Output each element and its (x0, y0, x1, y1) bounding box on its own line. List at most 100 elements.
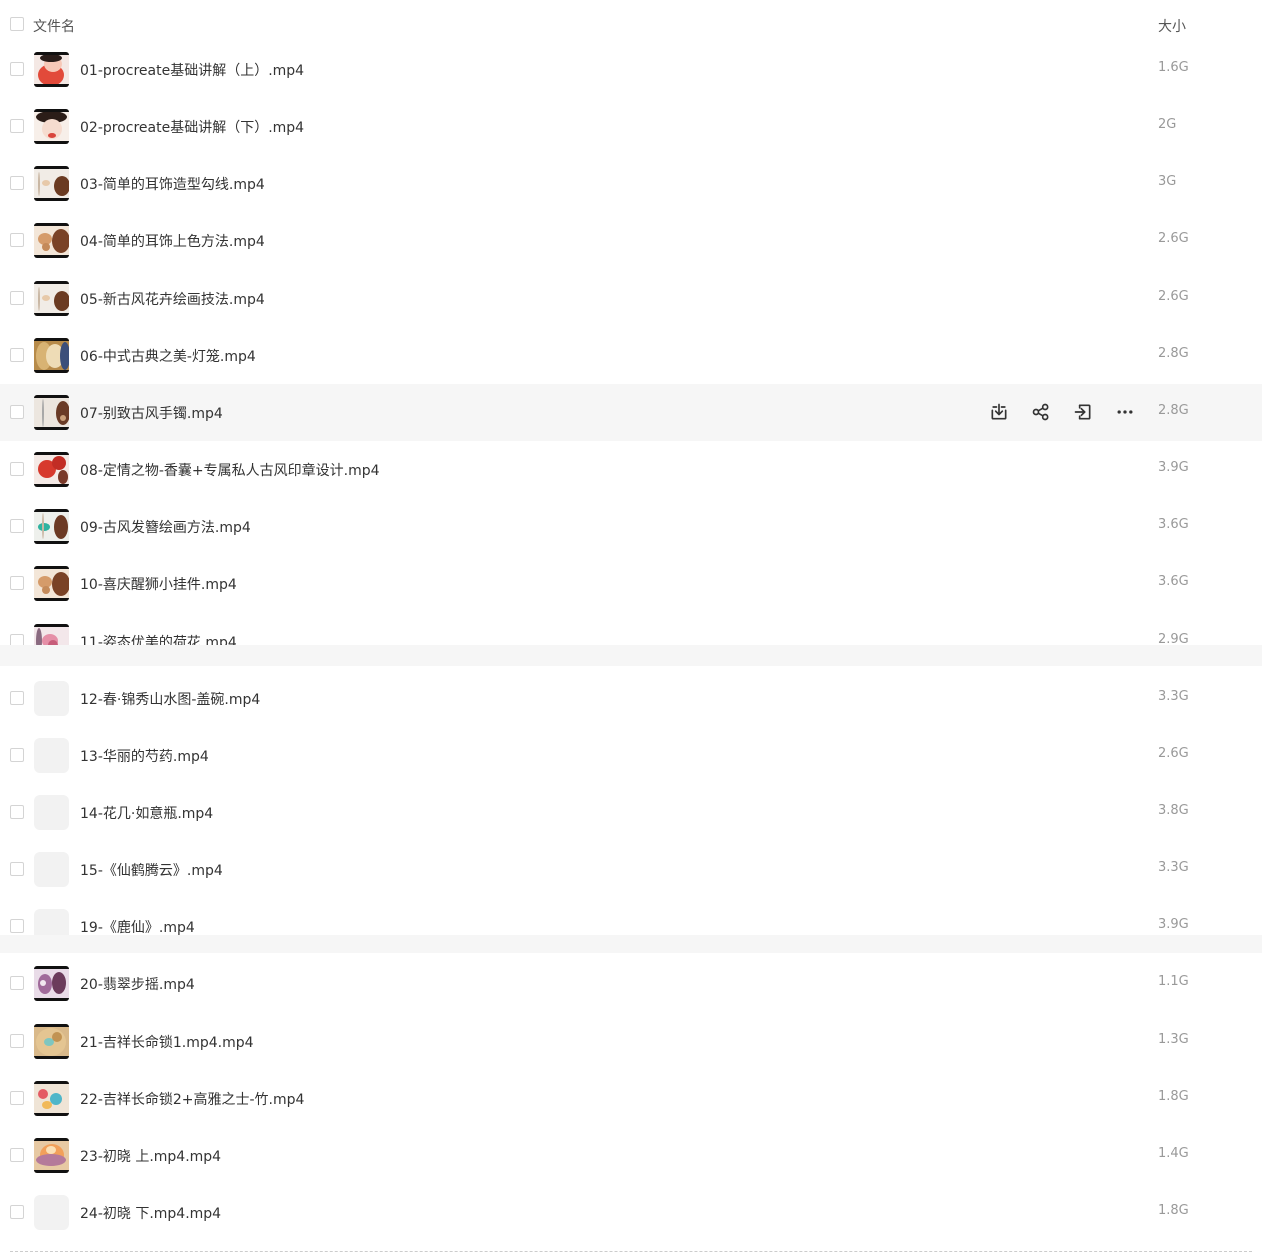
row-checkbox[interactable] (10, 691, 24, 705)
video-thumbnail[interactable] (34, 681, 69, 716)
file-name[interactable]: 23-初晓 上.mp4.mp4 (80, 1146, 221, 1166)
file-row[interactable]: 08-定情之物-香囊+专属私人古风印章设计.mp4 3.9G (0, 441, 1262, 498)
row-checkbox[interactable] (10, 976, 24, 990)
video-thumbnail[interactable] (34, 1195, 69, 1230)
file-name[interactable]: 07-别致古风手镯.mp4 (80, 403, 223, 423)
file-row[interactable]: 04-简单的耳饰上色方法.mp4 2.6G (0, 212, 1262, 269)
video-thumbnail[interactable] (34, 52, 69, 87)
video-thumbnail[interactable] (34, 852, 69, 887)
file-row[interactable]: 03-简单的耳饰造型勾线.mp4 3G (0, 155, 1262, 212)
row-checkbox[interactable] (10, 462, 24, 476)
row-checkbox[interactable] (10, 748, 24, 762)
row-checkbox[interactable] (10, 1205, 24, 1219)
row-checkbox[interactable] (10, 1091, 24, 1105)
file-name[interactable]: 20-翡翠步摇.mp4 (80, 974, 195, 994)
share-icon[interactable] (1028, 399, 1054, 425)
file-size: 3.6G (1158, 517, 1189, 532)
video-thumbnail[interactable] (34, 1024, 69, 1059)
video-thumbnail[interactable] (34, 338, 69, 373)
row-hover-ghost (0, 935, 1262, 953)
file-row[interactable]: 07-别致古风手镯.mp4 2.8G (0, 384, 1262, 441)
row-checkbox[interactable] (10, 576, 24, 590)
file-name[interactable]: 01-procreate基础讲解（上）.mp4 (80, 60, 304, 80)
file-size: 3.3G (1158, 689, 1189, 704)
video-thumbnail[interactable] (34, 109, 69, 144)
row-checkbox[interactable] (10, 233, 24, 247)
video-thumbnail[interactable] (34, 395, 69, 430)
file-name[interactable]: 03-简单的耳饰造型勾线.mp4 (80, 174, 265, 194)
row-checkbox[interactable] (10, 1034, 24, 1048)
row-checkbox[interactable] (10, 119, 24, 133)
file-name[interactable]: 12-春·锦秀山水图-盖碗.mp4 (80, 689, 260, 709)
file-name[interactable]: 13-华丽的芍药.mp4 (80, 746, 209, 766)
download-icon[interactable] (986, 399, 1012, 425)
row-checkbox[interactable] (10, 519, 24, 533)
video-thumbnail[interactable] (34, 966, 69, 1001)
file-row[interactable]: 13-华丽的芍药.mp4 2.6G (0, 727, 1262, 784)
file-row[interactable]: 21-吉祥长命锁1.mp4.mp4 1.3G (0, 1013, 1262, 1070)
file-name[interactable]: 22-吉祥长命锁2+高雅之士-竹.mp4 (80, 1089, 304, 1109)
file-row[interactable]: 12-春·锦秀山水图-盖碗.mp4 3.3G (0, 670, 1262, 727)
video-thumbnail[interactable] (34, 166, 69, 201)
file-size: 1.3G (1158, 1032, 1189, 1047)
row-checkbox[interactable] (10, 62, 24, 76)
video-thumbnail[interactable] (34, 223, 69, 258)
row-checkbox[interactable] (10, 291, 24, 305)
file-row[interactable]: 05-新古风花卉绘画技法.mp4 2.6G (0, 270, 1262, 327)
row-checkbox[interactable] (10, 405, 24, 419)
file-row[interactable]: 10-喜庆醒狮小挂件.mp4 3.6G (0, 555, 1262, 612)
file-name[interactable]: 05-新古风花卉绘画技法.mp4 (80, 289, 265, 309)
file-size: 1.8G (1158, 1089, 1189, 1104)
file-name[interactable]: 06-中式古典之美-灯笼.mp4 (80, 346, 256, 366)
file-row[interactable]: 14-花几·如意瓶.mp4 3.8G (0, 784, 1262, 841)
row-checkbox[interactable] (10, 176, 24, 190)
file-row[interactable]: 23-初晓 上.mp4.mp4 1.4G (0, 1127, 1262, 1184)
video-thumbnail[interactable] (34, 281, 69, 316)
file-row[interactable]: 09-古风发簪绘画方法.mp4 3.6G (0, 498, 1262, 555)
file-name[interactable]: 14-花几·如意瓶.mp4 (80, 803, 213, 823)
video-thumbnail[interactable] (34, 452, 69, 487)
row-checkbox[interactable] (10, 1148, 24, 1162)
video-thumbnail[interactable] (34, 1081, 69, 1116)
file-name[interactable]: 19-《鹿仙》.mp4 (80, 917, 195, 937)
file-size: 3.9G (1158, 460, 1189, 475)
file-name[interactable]: 15-《仙鹤腾云》.mp4 (80, 860, 223, 880)
column-header-name[interactable]: 文件名 (33, 16, 75, 36)
video-thumbnail[interactable] (34, 795, 69, 830)
row-hover-ghost (0, 645, 1262, 666)
column-header-size[interactable]: 大小 (1158, 16, 1186, 36)
file-row[interactable]: 22-吉祥长命锁2+高雅之士-竹.mp4 1.8G (0, 1070, 1262, 1127)
file-size: 1.6G (1158, 60, 1189, 75)
file-size: 1.1G (1158, 974, 1189, 989)
move-icon[interactable] (1070, 399, 1096, 425)
file-row[interactable]: 20-翡翠步摇.mp4 1.1G (0, 955, 1262, 1012)
file-name[interactable]: 08-定情之物-香囊+专属私人古风印章设计.mp4 (80, 460, 380, 480)
video-thumbnail[interactable] (34, 738, 69, 773)
row-checkbox[interactable] (10, 805, 24, 819)
file-size: 2.6G (1158, 231, 1189, 246)
file-row[interactable]: 01-procreate基础讲解（上）.mp4 1.6G (0, 41, 1262, 98)
file-name[interactable]: 24-初晓 下.mp4.mp4 (80, 1203, 221, 1223)
file-row[interactable]: 15-《仙鹤腾云》.mp4 3.3G (0, 841, 1262, 898)
row-checkbox[interactable] (10, 919, 24, 933)
file-size: 3G (1158, 174, 1177, 189)
file-name[interactable]: 10-喜庆醒狮小挂件.mp4 (80, 574, 237, 594)
video-thumbnail[interactable] (34, 509, 69, 544)
select-all-checkbox[interactable] (10, 17, 24, 31)
file-size: 3.3G (1158, 860, 1189, 875)
file-name[interactable]: 21-吉祥长命锁1.mp4.mp4 (80, 1032, 254, 1052)
video-thumbnail[interactable] (34, 1138, 69, 1173)
file-row[interactable]: 02-procreate基础讲解（下）.mp4 2G (0, 98, 1262, 155)
more-icon[interactable] (1112, 399, 1138, 425)
file-name[interactable]: 02-procreate基础讲解（下）.mp4 (80, 117, 304, 137)
file-name[interactable]: 04-简单的耳饰上色方法.mp4 (80, 231, 265, 251)
file-row[interactable]: 06-中式古典之美-灯笼.mp4 2.8G (0, 327, 1262, 384)
file-name[interactable]: 09-古风发簪绘画方法.mp4 (80, 517, 251, 537)
file-size: 2.6G (1158, 289, 1189, 304)
row-checkbox[interactable] (10, 348, 24, 362)
file-size: 2.6G (1158, 746, 1189, 761)
file-size: 1.8G (1158, 1203, 1189, 1218)
file-row[interactable]: 24-初晓 下.mp4.mp4 1.8G (0, 1184, 1262, 1241)
video-thumbnail[interactable] (34, 566, 69, 601)
row-checkbox[interactable] (10, 862, 24, 876)
